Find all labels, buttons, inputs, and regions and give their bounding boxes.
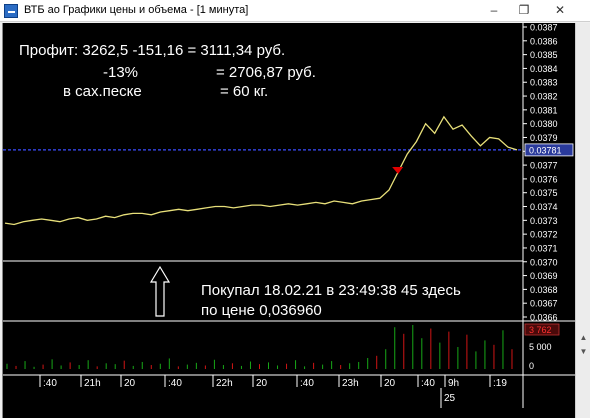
price-tick-label: 0.0375	[530, 188, 558, 198]
scroll-up-icon[interactable]: ▲	[576, 331, 590, 345]
price-volume-chart[interactable]: 0.0387 0.0386 0.0385 0.0384 0.0383 0.0382 0.03…	[3, 23, 576, 418]
volume-current-label: 3 762	[529, 325, 552, 335]
purchase-price-note: по цене 0,036960	[201, 302, 322, 319]
vertical-scrollbar[interactable]: ▲ ▼	[575, 23, 590, 418]
percent-text: -13%	[103, 64, 138, 81]
price-tick-label: 0.0372	[530, 230, 558, 240]
price-tick-label: 0.0377	[530, 161, 558, 171]
sugar-text: в сах.песке	[63, 83, 142, 100]
price-tick-label: 0.0379	[530, 133, 558, 143]
price-tick-label: 0.0385	[530, 50, 558, 60]
time-tick-label: 20	[384, 378, 396, 389]
price-tick-label: 0.0382	[530, 92, 558, 102]
time-tick-label: 20	[256, 378, 268, 389]
price-tick-label: 0.0374	[530, 202, 558, 212]
price-tick-label: 0.0381	[530, 105, 558, 115]
price-tick-label: 0.0368	[530, 285, 558, 295]
time-tick-label: 23h	[342, 378, 359, 389]
price-tick-label: 0.0384	[530, 64, 558, 74]
app-icon	[4, 4, 18, 18]
time-tick-label: 20	[124, 378, 136, 389]
purchase-note: Покупал 18.02.21 в 23:49:38 45 здесь	[201, 282, 461, 299]
window-titlebar: ВТБ ао Графики цены и объема - [1 минута…	[0, 0, 590, 22]
price-tick-label: 0.0370	[530, 257, 558, 267]
time-tick-label: 9h	[448, 378, 459, 389]
up-arrow-icon	[149, 265, 171, 317]
time-tick-label: :40	[168, 378, 182, 389]
percent-value-text: = 2706,87 руб.	[216, 64, 316, 81]
time-tick-label: 21h	[84, 378, 101, 389]
price-tick-label: 0.0373	[530, 216, 558, 226]
time-tick-label: :19	[493, 378, 507, 389]
time-tick-label: :40	[421, 378, 435, 389]
current-price-label: 0.03781	[529, 145, 562, 155]
price-tick-label: 0.0380	[530, 119, 558, 129]
time-tick-label: :40	[300, 378, 314, 389]
date-label: 25	[444, 393, 456, 404]
time-tick-label: 22h	[216, 378, 233, 389]
price-tick-label: 0.0366	[530, 313, 558, 323]
time-tick-label: :40	[43, 378, 57, 389]
price-tick-label: 0.0371	[530, 243, 558, 253]
price-tick-label: 0.0367	[530, 299, 558, 309]
price-tick-label: 0.0387	[530, 23, 558, 33]
window-title: ВТБ ао Графики цены и объема - [1 минута…	[24, 4, 249, 16]
price-tick-label: 0.0369	[530, 271, 558, 281]
minimize-button[interactable]: –	[480, 0, 508, 22]
price-tick-label: 0.0386	[530, 36, 558, 46]
buy-marker	[392, 167, 404, 174]
close-button[interactable]: ✕	[540, 0, 580, 22]
volume-tick-label: 5 000	[529, 342, 552, 352]
price-tick-label: 0.0383	[530, 78, 558, 88]
scroll-down-icon[interactable]: ▼	[576, 345, 590, 359]
price-tick-label: 0.0376	[530, 174, 558, 184]
profit-text: Профит: 3262,5 -151,16 = 3111,34 руб.	[19, 42, 285, 59]
price-series-line	[4, 115, 518, 226]
volume-tick-label: 0	[529, 361, 534, 371]
chart-window[interactable]: 0.0387 0.0386 0.0385 0.0384 0.0383 0.0382 0.03…	[2, 23, 586, 418]
sugar-value-text: = 60 кг.	[220, 83, 268, 100]
restore-button[interactable]: ❐	[510, 0, 538, 22]
